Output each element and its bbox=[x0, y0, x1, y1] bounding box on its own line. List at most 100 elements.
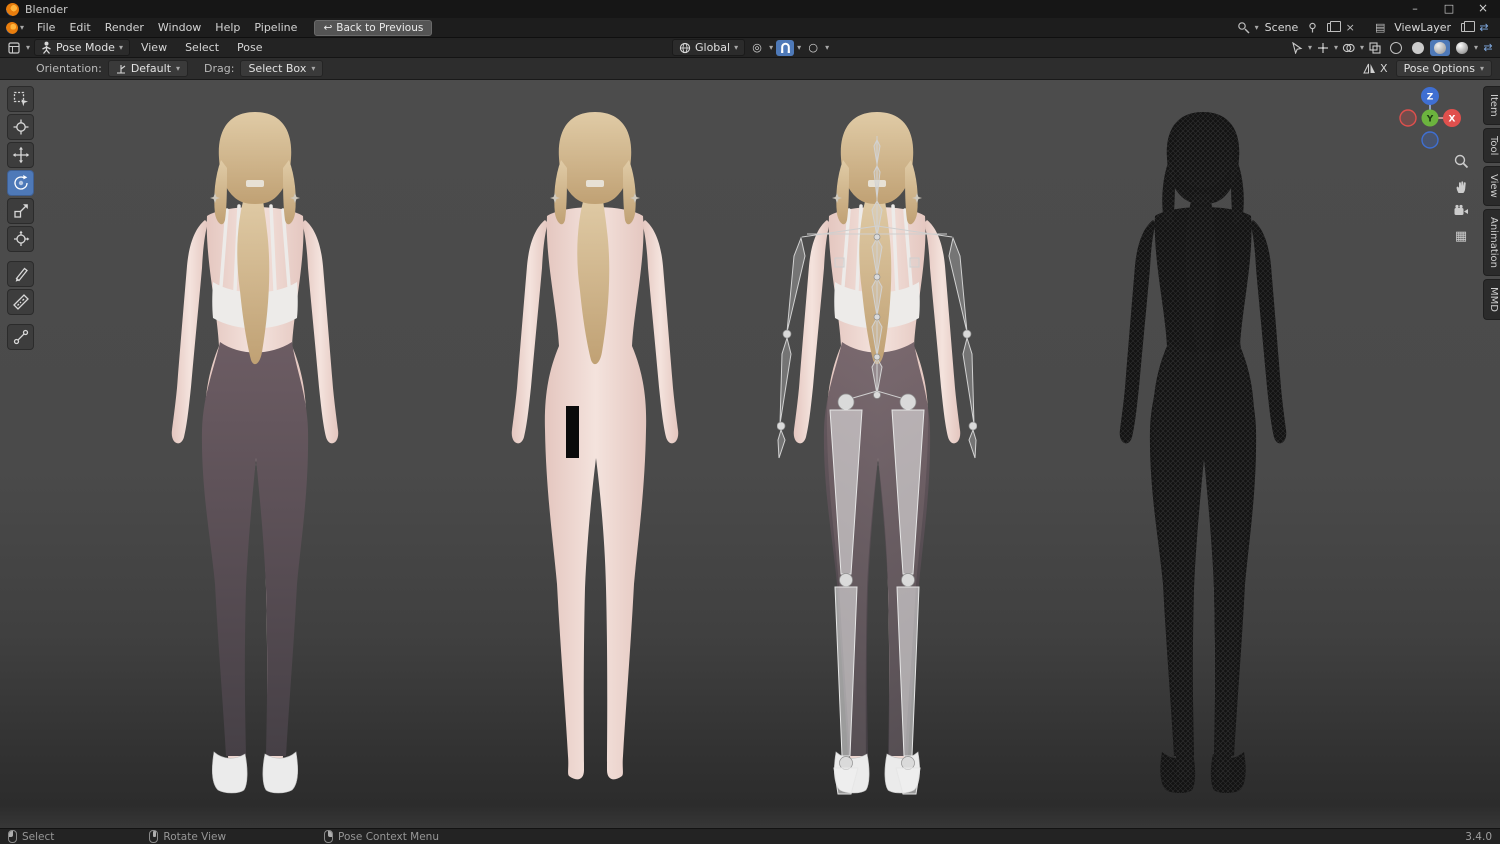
swap-viewlayer-icon[interactable]: ⇄ bbox=[1476, 20, 1492, 36]
browse-scene-icon[interactable] bbox=[1236, 20, 1252, 36]
back-icon: ↩ bbox=[323, 21, 333, 34]
x-mirror-toggle[interactable]: X bbox=[1363, 62, 1388, 75]
scene-name[interactable]: Scene bbox=[1262, 21, 1302, 34]
middle-mouse-icon bbox=[149, 830, 159, 843]
pivot-point-icon[interactable]: ◎ bbox=[748, 40, 766, 56]
pose-options-dropdown[interactable]: Pose Options ▾ bbox=[1395, 60, 1492, 77]
new-viewlayer-icon[interactable] bbox=[1457, 20, 1475, 36]
viewlayer-name[interactable]: ViewLayer bbox=[1391, 21, 1454, 34]
cursor-tool[interactable] bbox=[7, 114, 34, 140]
snap-magnet-icon[interactable] bbox=[776, 39, 795, 56]
tweak-select-tool[interactable] bbox=[7, 86, 34, 112]
app-menu-button[interactable]: ▾ bbox=[0, 21, 30, 34]
xray-toggle-icon[interactable] bbox=[1366, 40, 1384, 56]
move-tool[interactable] bbox=[7, 142, 34, 168]
drag-label: Drag: bbox=[204, 62, 235, 75]
pose-breakdowner-tool[interactable] bbox=[7, 324, 34, 350]
maximize-button[interactable]: □ bbox=[1432, 0, 1466, 18]
show-gizmo-icon[interactable] bbox=[1314, 40, 1332, 56]
minimize-button[interactable]: – bbox=[1398, 0, 1432, 18]
statusbar: Select Rotate View Pose Context Menu 3.4… bbox=[0, 828, 1500, 844]
chevron-down-icon[interactable]: ▾ bbox=[1360, 43, 1364, 52]
scene-viewlayer-widgets: ▾ Scene × ▤ ViewLayer ⇄ bbox=[1236, 20, 1500, 36]
character-wireframe[interactable] bbox=[1103, 106, 1303, 801]
3d-viewport[interactable]: Z X Y ▦ Item Tool View Animation MMD bbox=[0, 80, 1500, 828]
menu-help[interactable]: Help bbox=[208, 19, 247, 36]
unlink-scene-icon[interactable]: × bbox=[1342, 20, 1358, 36]
mode-selector[interactable]: Pose Mode ▾ bbox=[34, 39, 130, 56]
menu-pose[interactable]: Pose bbox=[230, 39, 269, 56]
ortho-grid-button[interactable]: ▦ bbox=[1452, 227, 1470, 245]
orientation-icon bbox=[116, 64, 126, 74]
measure-ruler-icon bbox=[12, 294, 29, 310]
tab-view[interactable]: View bbox=[1483, 166, 1500, 206]
pin-scene-icon[interactable] bbox=[1304, 20, 1320, 36]
zoom-button[interactable] bbox=[1452, 152, 1470, 170]
transform-orientation-selector[interactable]: Global ▾ bbox=[672, 39, 746, 56]
back-to-previous-button[interactable]: ↩ Back to Previous bbox=[314, 19, 433, 36]
svg-text:Y: Y bbox=[1426, 115, 1434, 125]
shading-solid-button[interactable] bbox=[1408, 40, 1428, 56]
shading-material-button[interactable] bbox=[1429, 39, 1450, 56]
pan-button[interactable] bbox=[1452, 177, 1470, 195]
viewport-display-widgets: ▾ ▾ ▾ ▾ ⇄ bbox=[1288, 39, 1496, 56]
editor-type-icon[interactable] bbox=[6, 40, 22, 56]
censor-bar bbox=[566, 406, 579, 458]
shading-options-icon[interactable]: ⇄ bbox=[1480, 40, 1496, 56]
tab-tool[interactable]: Tool bbox=[1483, 127, 1500, 164]
axis-z-negative[interactable] bbox=[1421, 131, 1439, 149]
tab-item[interactable]: Item bbox=[1483, 86, 1500, 125]
svg-text:Z: Z bbox=[1427, 93, 1434, 103]
titlebar: Blender – □ × bbox=[0, 0, 1500, 18]
blender-menu-icon bbox=[6, 21, 18, 34]
chevron-down-icon[interactable]: ▾ bbox=[26, 43, 30, 52]
material-sphere-icon bbox=[1433, 41, 1446, 54]
character-body[interactable] bbox=[495, 106, 695, 801]
menu-window[interactable]: Window bbox=[151, 19, 208, 36]
chevron-down-icon[interactable]: ▾ bbox=[797, 43, 801, 52]
rotate-tool[interactable] bbox=[7, 170, 34, 196]
shading-wireframe-button[interactable] bbox=[1386, 40, 1406, 56]
chevron-down-icon[interactable]: ▾ bbox=[1308, 43, 1312, 52]
menu-edit[interactable]: Edit bbox=[62, 19, 97, 36]
chevron-down-icon[interactable]: ▾ bbox=[825, 43, 829, 52]
hint-context-menu: Pose Context Menu bbox=[338, 830, 439, 843]
viewport-nav-buttons: ▦ bbox=[1452, 152, 1470, 245]
chevron-down-icon[interactable]: ▾ bbox=[1334, 43, 1338, 52]
menu-select[interactable]: Select bbox=[178, 39, 226, 56]
camera-view-button[interactable] bbox=[1452, 202, 1470, 220]
blender-version: 3.4.0 bbox=[1465, 830, 1492, 843]
navigation-gizmo[interactable]: Z X Y bbox=[1398, 86, 1462, 150]
tab-animation[interactable]: Animation bbox=[1483, 208, 1500, 276]
svg-text:X: X bbox=[1449, 115, 1456, 125]
show-overlays-icon[interactable] bbox=[1340, 40, 1358, 56]
transform-tool[interactable] bbox=[7, 226, 34, 252]
solid-sphere-icon bbox=[1411, 41, 1424, 54]
close-button[interactable]: × bbox=[1466, 0, 1500, 18]
rendered-sphere-icon bbox=[1455, 41, 1468, 54]
chevron-down-icon[interactable]: ▾ bbox=[769, 43, 773, 52]
menu-pipeline[interactable]: Pipeline bbox=[247, 19, 304, 36]
annotate-tool[interactable] bbox=[7, 261, 34, 287]
menu-render[interactable]: Render bbox=[98, 19, 151, 36]
tab-mmd[interactable]: MMD bbox=[1483, 278, 1500, 320]
top-menubar: ▾ File Edit Render Window Help Pipeline … bbox=[0, 18, 1500, 38]
menu-file[interactable]: File bbox=[30, 19, 62, 36]
chevron-down-icon[interactable]: ▾ bbox=[1474, 43, 1478, 52]
character-armature[interactable] bbox=[777, 106, 977, 801]
window-title: Blender bbox=[25, 2, 68, 16]
character-clothed[interactable] bbox=[155, 106, 355, 801]
selectability-icon[interactable] bbox=[1288, 40, 1306, 56]
drag-dropdown[interactable]: Select Box ▾ bbox=[240, 60, 324, 77]
chevron-down-icon[interactable]: ▾ bbox=[1255, 23, 1259, 32]
proportional-editing-icon[interactable]: ○ bbox=[804, 40, 822, 56]
new-scene-icon[interactable] bbox=[1323, 20, 1341, 36]
measure-tool[interactable] bbox=[7, 289, 34, 315]
shading-rendered-button[interactable] bbox=[1452, 40, 1472, 56]
orientation-dropdown[interactable]: Default ▾ bbox=[107, 60, 189, 77]
tool-settings-bar: Orientation: Default ▾ Drag: Select Box … bbox=[0, 58, 1500, 80]
scale-tool[interactable] bbox=[7, 198, 34, 224]
viewlayer-icon[interactable]: ▤ bbox=[1372, 20, 1388, 36]
axis-x-negative[interactable] bbox=[1399, 109, 1417, 127]
menu-view[interactable]: View bbox=[134, 39, 174, 56]
